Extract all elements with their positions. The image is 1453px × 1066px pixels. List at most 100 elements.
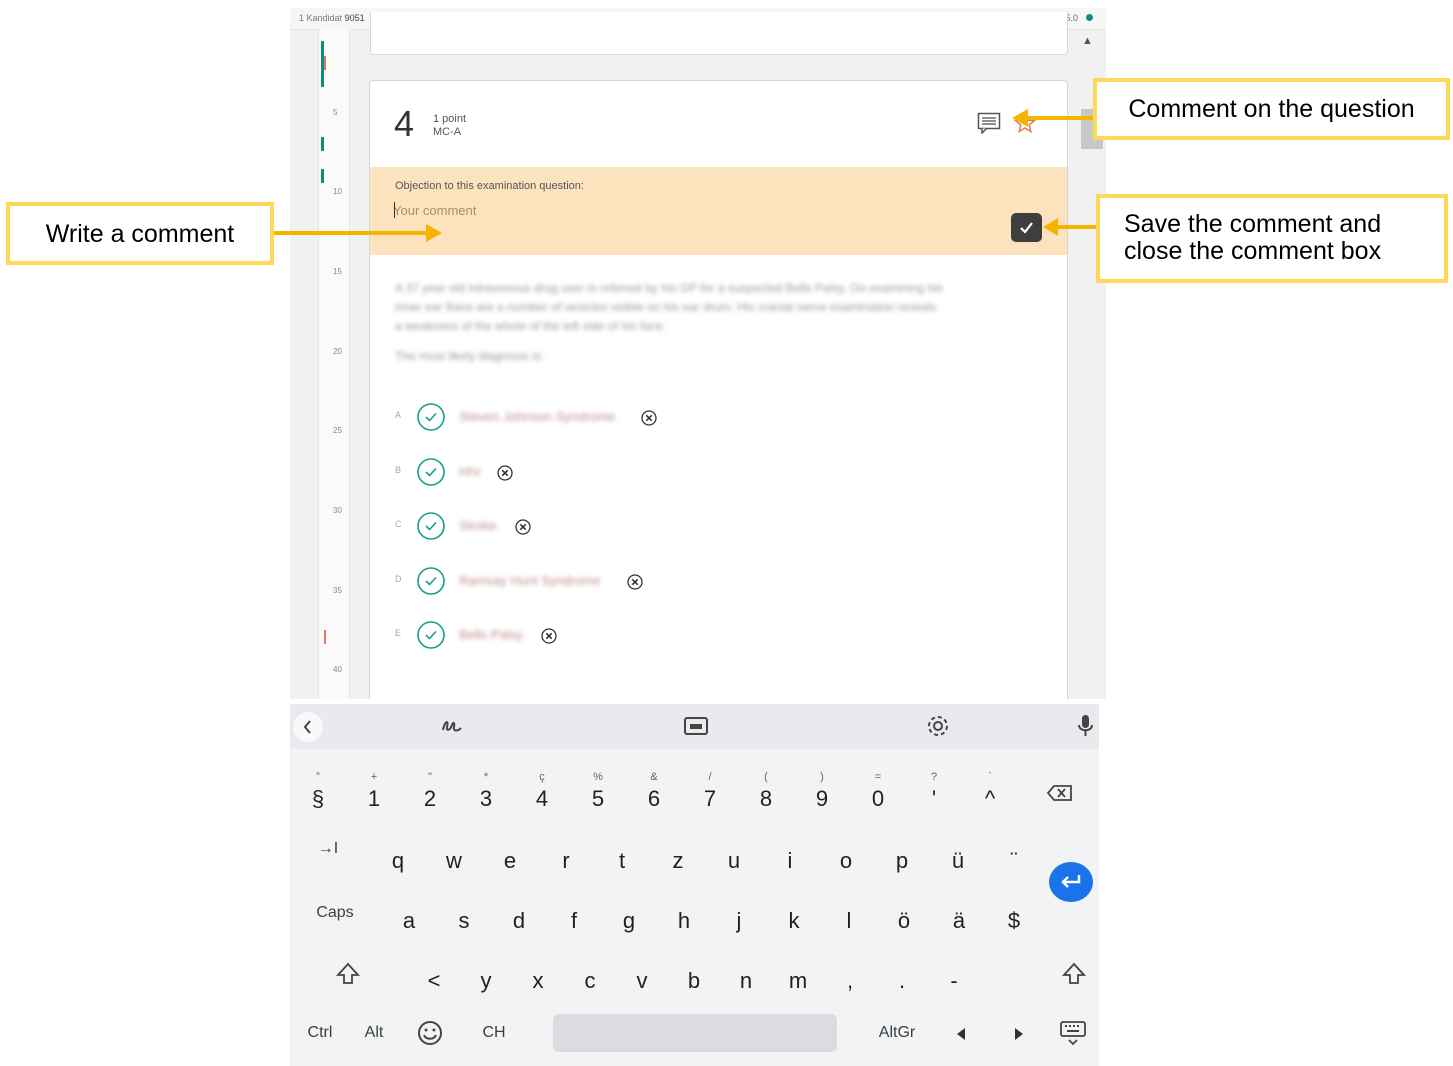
nav-number[interactable]: 20 xyxy=(333,347,342,356)
key[interactable]: w xyxy=(427,824,481,880)
key[interactable]: e xyxy=(483,824,537,880)
ctrl-key[interactable]: Ctrl xyxy=(300,1024,340,1042)
key[interactable]: g xyxy=(602,884,656,940)
key[interactable]: i xyxy=(763,824,817,880)
option-strike-x-icon[interactable] xyxy=(641,410,657,426)
scroll-up-arrow-icon[interactable]: ▲ xyxy=(1082,35,1093,47)
language-key[interactable]: CH xyxy=(474,1024,514,1042)
key[interactable]: ç4 xyxy=(515,762,569,818)
hide-keyboard-icon[interactable] xyxy=(1058,1018,1088,1048)
back-icon[interactable] xyxy=(293,712,323,742)
key[interactable]: j xyxy=(712,884,766,940)
key[interactable]: b xyxy=(667,944,721,1000)
nav-answered-marker[interactable] xyxy=(321,169,324,183)
option-label[interactable]: Steven Johnson Syndrome xyxy=(459,409,615,424)
shift-right-icon[interactable] xyxy=(1060,960,1088,988)
key[interactable]: d xyxy=(492,884,546,940)
arrow-right-icon[interactable] xyxy=(1004,1020,1032,1048)
key[interactable]: (8 xyxy=(739,762,793,818)
save-comment-button[interactable] xyxy=(1011,213,1042,242)
key[interactable]: < xyxy=(407,944,461,1000)
floating-keyboard-icon[interactable] xyxy=(682,712,710,740)
key[interactable]: " 2 xyxy=(403,762,457,818)
key[interactable]: y xyxy=(459,944,513,1000)
key[interactable]: ü xyxy=(931,824,985,880)
backspace-icon[interactable] xyxy=(1045,779,1075,807)
key[interactable]: = 0 xyxy=(851,762,905,818)
key[interactable]: a xyxy=(382,884,436,940)
nav-flag-marker[interactable] xyxy=(324,56,326,70)
comment-input[interactable] xyxy=(393,201,953,219)
nav-number[interactable]: 5 xyxy=(333,108,337,117)
option-select-check-icon[interactable] xyxy=(417,512,445,540)
alt-key[interactable]: Alt xyxy=(356,1024,392,1042)
key[interactable]: m xyxy=(771,944,825,1000)
key[interactable]: t xyxy=(595,824,649,880)
option-strike-x-icon[interactable] xyxy=(515,519,531,535)
option-label[interactable]: Bells Palsy xyxy=(459,627,523,642)
option-label[interactable]: Ramsay Hunt Syndrome xyxy=(459,573,601,588)
key[interactable]: ¨ xyxy=(987,824,1041,880)
microphone-icon[interactable] xyxy=(1072,712,1100,740)
key[interactable]: ä xyxy=(932,884,986,940)
key[interactable]: q xyxy=(371,824,425,880)
handwriting-icon[interactable] xyxy=(438,712,466,740)
option-select-check-icon[interactable] xyxy=(417,458,445,486)
tab-key[interactable]: →I xyxy=(308,840,348,858)
option-strike-x-icon[interactable] xyxy=(497,465,513,481)
option-strike-x-icon[interactable] xyxy=(627,574,643,590)
key[interactable]: k xyxy=(767,884,821,940)
key[interactable]: u xyxy=(707,824,761,880)
arrow-left-icon[interactable] xyxy=(948,1020,976,1048)
nav-number[interactable]: 35 xyxy=(333,586,342,595)
option-select-check-icon[interactable] xyxy=(417,567,445,595)
key[interactable]: z xyxy=(651,824,705,880)
settings-icon[interactable] xyxy=(924,712,952,740)
key[interactable]: x xyxy=(511,944,565,1000)
nav-number[interactable]: 30 xyxy=(333,506,342,515)
nav-answered-marker[interactable] xyxy=(321,137,324,151)
key[interactable]: ` ^ xyxy=(963,762,1017,818)
option-label[interactable]: Stroke xyxy=(459,518,497,533)
nav-number[interactable]: 25 xyxy=(333,426,342,435)
key[interactable]: & 6 xyxy=(627,762,681,818)
emoji-icon[interactable] xyxy=(416,1019,444,1047)
key[interactable]: - xyxy=(927,944,981,1000)
key[interactable]: ö xyxy=(877,884,931,940)
key[interactable]: +1 xyxy=(347,762,401,818)
nav-number[interactable]: 10 xyxy=(333,187,342,196)
option-select-check-icon[interactable] xyxy=(417,621,445,649)
star-icon[interactable] xyxy=(1013,112,1037,134)
shift-left-icon[interactable] xyxy=(334,960,362,988)
question-navigator[interactable]: 5 10 15 20 25 30 35 40 xyxy=(318,29,350,699)
key[interactable]: f xyxy=(547,884,601,940)
key[interactable]: p xyxy=(875,824,929,880)
altgr-key[interactable]: AltGr xyxy=(872,1024,922,1042)
key[interactable]: s xyxy=(437,884,491,940)
key[interactable]: r xyxy=(539,824,593,880)
key[interactable]: h xyxy=(657,884,711,940)
key[interactable]: o xyxy=(819,824,873,880)
key[interactable]: % 5 xyxy=(571,762,625,818)
option-select-check-icon[interactable] xyxy=(417,403,445,431)
key[interactable]: ? ' xyxy=(907,762,961,818)
option-strike-x-icon[interactable] xyxy=(541,628,557,644)
key[interactable]: . xyxy=(875,944,929,1000)
key[interactable]: v xyxy=(615,944,669,1000)
nav-number[interactable]: 40 xyxy=(333,665,342,674)
key[interactable]: l xyxy=(822,884,876,940)
space-key[interactable] xyxy=(553,1014,837,1052)
key[interactable]: ° § xyxy=(291,762,345,818)
enter-key[interactable] xyxy=(1049,862,1093,902)
key[interactable]: ) 9 xyxy=(795,762,849,818)
option-label[interactable]: HIV xyxy=(459,464,481,479)
key[interactable]: $ xyxy=(987,884,1041,940)
key[interactable]: n xyxy=(719,944,773,1000)
key[interactable]: c xyxy=(563,944,617,1000)
caps-key[interactable]: Caps xyxy=(310,904,360,922)
comment-icon[interactable] xyxy=(977,112,1001,135)
key[interactable]: * 3 xyxy=(459,762,513,818)
nav-number[interactable]: 15 xyxy=(333,267,342,276)
nav-flag-marker[interactable] xyxy=(324,630,326,644)
key[interactable]: /7 xyxy=(683,762,737,818)
